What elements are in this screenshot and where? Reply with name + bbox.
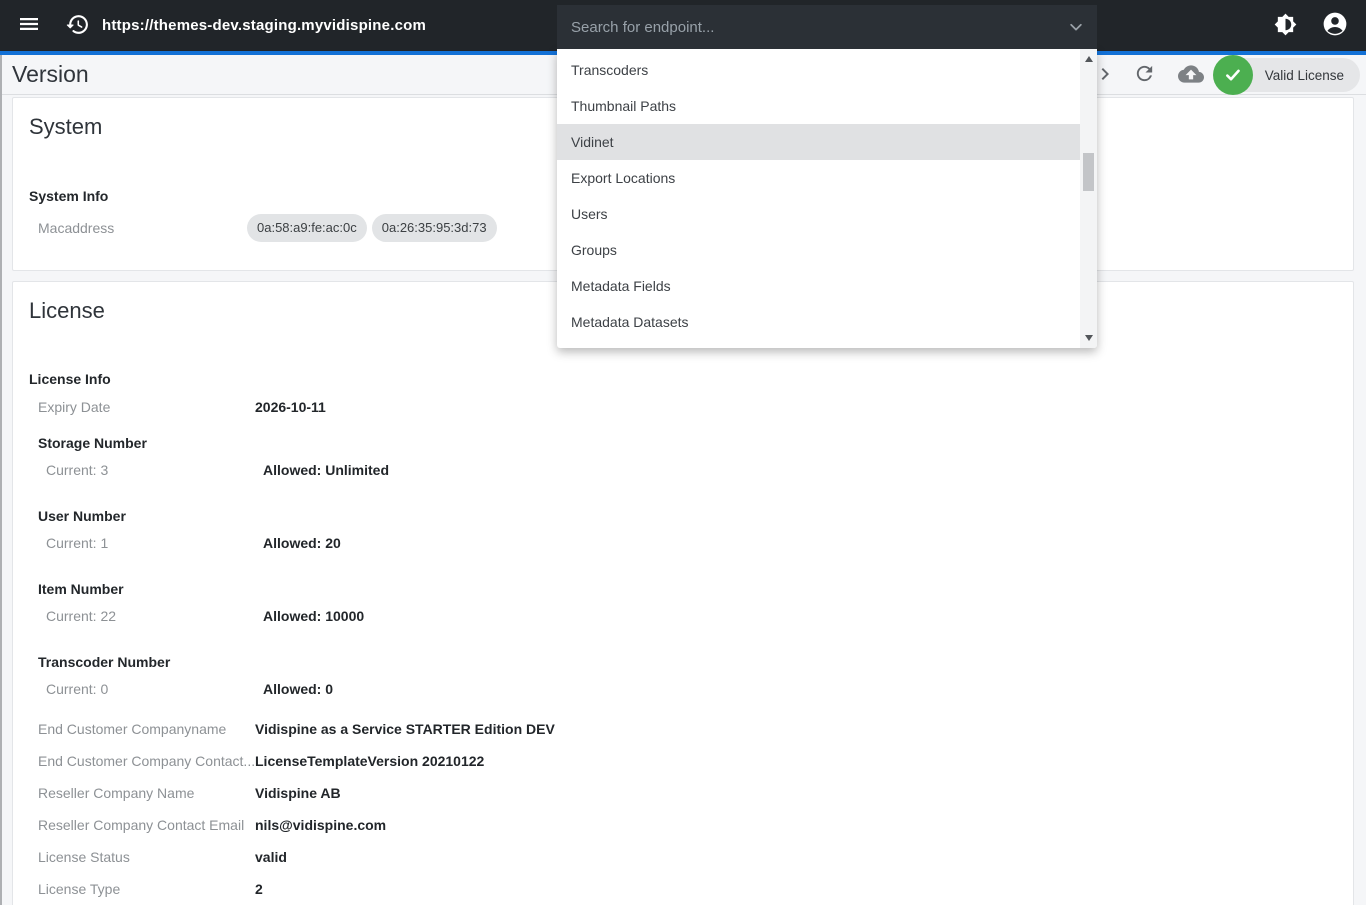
- dropdown-scrollbar[interactable]: [1080, 49, 1097, 348]
- detail-value: Vidispine as a Service STARTER Edition D…: [255, 719, 555, 739]
- counter-allowed: Allowed: Unlimited: [263, 460, 389, 480]
- account-button[interactable]: [1322, 13, 1348, 39]
- license-status-badge: Valid License: [1215, 58, 1360, 92]
- menu-button[interactable]: [16, 13, 42, 39]
- counter-current: Current: 3: [46, 460, 263, 480]
- detail-row: Reseller Company Name Vidispine AB: [29, 783, 1337, 803]
- counter-group-label: Storage Number: [38, 433, 1337, 453]
- counter-row: Current: 3 Allowed: Unlimited: [29, 460, 1337, 480]
- endpoint-search-input[interactable]: [571, 19, 1067, 36]
- macaddress-chip: 0a:58:a9:fe:ac:0c: [247, 214, 367, 242]
- counter-allowed: Allowed: 10000: [263, 606, 364, 626]
- account-circle-icon: [1322, 11, 1348, 40]
- history-button[interactable]: [64, 13, 90, 39]
- counter-current: Current: 0: [46, 679, 263, 699]
- dropdown-item-transcoders[interactable]: Transcoders: [557, 52, 1080, 88]
- dropdown-item-metadata-datasets[interactable]: Metadata Datasets: [557, 304, 1080, 340]
- brightness-icon: [1274, 13, 1297, 39]
- expiry-date-label: Expiry Date: [38, 397, 255, 417]
- window-edge-line: [0, 55, 2, 905]
- scrollbar-thumb[interactable]: [1083, 153, 1094, 191]
- history-clock-icon: [65, 12, 90, 40]
- refresh-button[interactable]: [1133, 63, 1157, 87]
- scroll-up-icon[interactable]: [1085, 56, 1093, 62]
- dropdown-item-export-locations[interactable]: Export Locations: [557, 160, 1080, 196]
- check-icon: [1213, 55, 1253, 95]
- license-info-group-label: License Info: [29, 369, 1337, 389]
- hamburger-icon: [17, 12, 41, 39]
- detail-row: Reseller Company Contact Email nils@vidi…: [29, 815, 1337, 835]
- license-details: End Customer Companyname Vidispine as a …: [29, 719, 1337, 899]
- detail-label: License Status: [38, 847, 255, 867]
- expiry-date-value: 2026-10-11: [255, 397, 326, 417]
- detail-row: End Customer Company Contact... LicenseT…: [29, 751, 1337, 771]
- macaddress-label: Macaddress: [38, 218, 255, 238]
- detail-row: End Customer Companyname Vidispine as a …: [29, 719, 1337, 739]
- counter-row: Current: 0 Allowed: 0: [29, 679, 1337, 699]
- counter-row: Current: 1 Allowed: 20: [29, 533, 1337, 553]
- expiry-date-row: Expiry Date 2026-10-11: [29, 397, 1337, 417]
- detail-label: End Customer Company Contact...: [38, 751, 255, 771]
- detail-value: Vidispine AB: [255, 783, 341, 803]
- current-url: https://themes-dev.staging.myvidispine.c…: [102, 17, 426, 34]
- detail-row: License Status valid: [29, 847, 1337, 867]
- dropdown-item-thumbnail-paths[interactable]: Thumbnail Paths: [557, 88, 1080, 124]
- detail-value: 2: [255, 879, 263, 899]
- counter-allowed: Allowed: 20: [263, 533, 341, 553]
- detail-value: valid: [255, 847, 287, 867]
- counter-row: Current: 22 Allowed: 10000: [29, 606, 1337, 626]
- endpoint-search-box: [557, 5, 1097, 49]
- dropdown-item-metadata-fields[interactable]: Metadata Fields: [557, 268, 1080, 304]
- detail-value: LicenseTemplateVersion 20210122: [255, 751, 484, 771]
- dropdown-item-vidinet[interactable]: Vidinet: [557, 124, 1080, 160]
- counter-group-label: User Number: [38, 506, 1337, 526]
- endpoint-dropdown: Transcoders Thumbnail Paths Vidinet Expo…: [557, 49, 1097, 348]
- refresh-icon: [1133, 62, 1156, 88]
- detail-label: Reseller Company Name: [38, 783, 255, 803]
- counter-group-label: Item Number: [38, 579, 1337, 599]
- macaddress-chip: 0a:26:35:95:3d:73: [372, 214, 497, 242]
- cloud-upload-icon: [1178, 61, 1204, 90]
- counter-current: Current: 1: [46, 533, 263, 553]
- detail-row: License Type 2: [29, 879, 1337, 899]
- detail-value: nils@vidispine.com: [255, 815, 386, 835]
- detail-label: End Customer Companyname: [38, 719, 255, 739]
- detail-label: Reseller Company Contact Email: [38, 815, 255, 835]
- theme-toggle-button[interactable]: [1272, 13, 1298, 39]
- counter-group-label: Transcoder Number: [38, 652, 1337, 672]
- dropdown-item-users[interactable]: Users: [557, 196, 1080, 232]
- counter-current: Current: 22: [46, 606, 263, 626]
- chevron-down-icon[interactable]: [1067, 18, 1085, 36]
- scroll-down-icon[interactable]: [1085, 335, 1093, 341]
- toolbar-actions: Valid License: [1087, 55, 1360, 95]
- page-title: Version: [12, 61, 89, 88]
- license-badge-label: Valid License: [1265, 68, 1344, 83]
- macaddress-chips: 0a:58:a9:fe:ac:0c 0a:26:35:95:3d:73: [247, 214, 497, 242]
- counter-allowed: Allowed: 0: [263, 679, 333, 699]
- detail-label: License Type: [38, 879, 255, 899]
- cloud-upload-button[interactable]: [1179, 63, 1203, 87]
- license-card: License License Info Expiry Date 2026-10…: [12, 281, 1354, 905]
- dropdown-item-groups[interactable]: Groups: [557, 232, 1080, 268]
